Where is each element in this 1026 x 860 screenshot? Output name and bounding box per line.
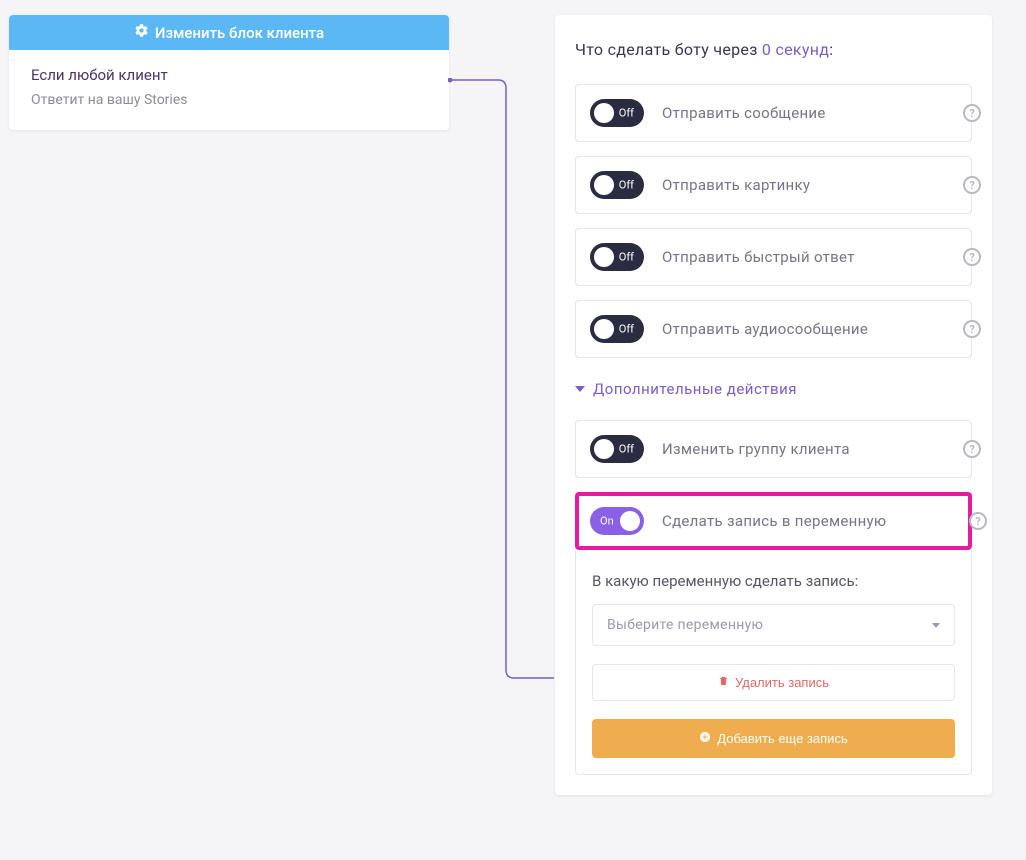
variable-section-label: В какую переменную сделать запись:: [592, 572, 955, 590]
trash-icon: [718, 675, 729, 690]
help-icon[interactable]: ?: [963, 440, 981, 458]
title-prefix: Что сделать боту через: [575, 40, 762, 59]
client-block-body: Если любой клиент Ответит на вашу Storie…: [9, 50, 449, 130]
delete-record-label: Удалить запись: [735, 675, 829, 690]
variable-section: В какую переменную сделать запись: Выбер…: [575, 550, 972, 775]
add-record-label: Добавить еще запись: [717, 731, 847, 746]
toggle-knob: [594, 175, 614, 195]
additional-actions-toggle[interactable]: Дополнительные действия: [575, 380, 972, 398]
toggle-state-label: Off: [619, 179, 634, 192]
help-icon[interactable]: ?: [963, 248, 981, 266]
toggle-send-audio[interactable]: Off: [590, 315, 644, 343]
client-condition-line1: Если любой клиент: [31, 66, 427, 84]
action-label: Отправить быстрый ответ: [662, 248, 957, 266]
toggle-state-label: On: [600, 515, 614, 528]
chevron-down-icon: [575, 386, 585, 392]
action-write-variable: On Сделать запись в переменную: [575, 492, 972, 550]
action-label: Отправить аудиосообщение: [662, 320, 957, 338]
action-label: Отправить сообщение: [662, 104, 957, 122]
toggle-state-label: Off: [619, 251, 634, 264]
panel-title: Что сделать боту через 0 секунд:: [575, 40, 972, 59]
caret-down-icon: [932, 623, 940, 628]
client-condition-line2: Ответит на вашу Stories: [31, 92, 427, 108]
title-suffix: :: [829, 40, 833, 59]
additional-actions-label: Дополнительные действия: [593, 380, 797, 398]
toggle-state-label: Off: [619, 443, 634, 456]
toggle-quick-reply[interactable]: Off: [590, 243, 644, 271]
action-send-message: Off Отправить сообщение ?: [575, 84, 972, 142]
toggle-knob: [594, 247, 614, 267]
add-record-button[interactable]: Добавить еще запись: [592, 719, 955, 758]
help-icon[interactable]: ?: [963, 176, 981, 194]
variable-select[interactable]: Выберите переменную: [592, 604, 955, 646]
plus-circle-icon: [699, 731, 711, 746]
action-label: Отправить картинку: [662, 176, 957, 194]
toggle-change-group[interactable]: Off: [590, 435, 644, 463]
gear-icon: [134, 23, 149, 42]
toggle-knob: [594, 319, 614, 339]
toggle-state-label: Off: [619, 107, 634, 120]
toggle-send-message[interactable]: Off: [590, 99, 644, 127]
action-send-audio: Off Отправить аудиосообщение ?: [575, 300, 972, 358]
client-block-panel: Изменить блок клиента Если любой клиент …: [9, 15, 449, 130]
highlighted-action-wrap: On Сделать запись в переменную ?: [575, 492, 972, 550]
action-label: Изменить группу клиента: [662, 440, 957, 458]
delete-record-button[interactable]: Удалить запись: [592, 664, 955, 701]
action-change-group: Off Изменить группу клиента ?: [575, 420, 972, 478]
help-icon[interactable]: ?: [969, 512, 987, 530]
title-seconds: 0 секунд: [762, 40, 829, 59]
edit-block-label: Изменить блок клиента: [155, 24, 324, 42]
action-quick-reply: Off Отправить быстрый ответ ?: [575, 228, 972, 286]
toggle-send-image[interactable]: Off: [590, 171, 644, 199]
toggle-knob: [594, 439, 614, 459]
help-icon[interactable]: ?: [963, 104, 981, 122]
help-icon[interactable]: ?: [963, 320, 981, 338]
toggle-state-label: Off: [619, 323, 634, 336]
connector-line: [448, 78, 556, 682]
bot-actions-panel: Что сделать боту через 0 секунд: Off Отп…: [555, 15, 992, 795]
toggle-knob: [594, 103, 614, 123]
toggle-knob: [620, 511, 640, 531]
action-send-image: Off Отправить картинку ?: [575, 156, 972, 214]
toggle-write-variable[interactable]: On: [590, 507, 644, 535]
variable-select-placeholder: Выберите переменную: [607, 617, 763, 633]
action-label: Сделать запись в переменную: [662, 512, 957, 530]
edit-client-block-button[interactable]: Изменить блок клиента: [9, 15, 449, 50]
